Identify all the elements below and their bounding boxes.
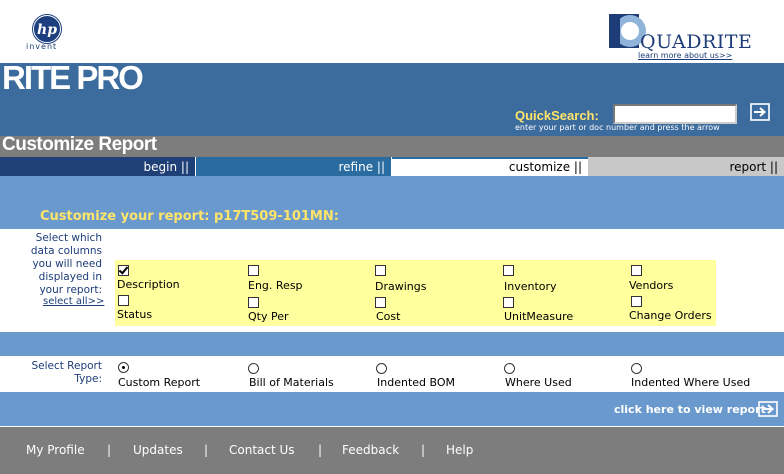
hp-invent-tagline: invent — [26, 42, 58, 51]
tab-refine[interactable]: refine || — [196, 157, 391, 176]
radio-label: Bill of Materials — [249, 376, 334, 389]
column-options-panel — [115, 260, 716, 326]
app-title: RITE PRO — [2, 59, 144, 96]
page-title: Customize Report — [2, 134, 157, 155]
checkbox-qty-per[interactable] — [248, 297, 259, 308]
checkbox-cost[interactable] — [375, 297, 386, 308]
radio-indented-where-used[interactable] — [631, 363, 642, 374]
checkbox-inventory[interactable] — [503, 265, 514, 276]
footer-separator: | — [107, 443, 112, 457]
checkbox-label: UnitMeasure — [504, 310, 574, 323]
report-type-instructions: Select Report Type: — [31, 360, 102, 385]
svg-text:hp: hp — [37, 22, 57, 38]
tab-begin[interactable]: begin || — [0, 157, 195, 176]
checkbox-status[interactable] — [118, 295, 129, 306]
radio-where-used[interactable] — [504, 363, 515, 374]
checkbox-label: Description — [117, 278, 180, 291]
select-all-link[interactable]: select all>> — [43, 296, 104, 307]
quicksearch-go-arrow-icon[interactable] — [750, 103, 770, 121]
checkbox-unit-measure[interactable] — [503, 297, 514, 308]
radio-label: Indented Where Used — [631, 376, 751, 389]
footer-link-updates[interactable]: Updates — [133, 443, 183, 457]
checkbox-label: Vendors — [629, 279, 674, 292]
checkbox-label: Status — [117, 308, 153, 321]
footer-link-help[interactable]: Help — [446, 443, 473, 457]
tab-report[interactable]: report || — [588, 157, 784, 176]
footer-separator: | — [421, 443, 426, 457]
checkbox-label: Change Orders — [629, 309, 712, 322]
quicksearch-label: QuickSearch: — [515, 108, 599, 123]
checkbox-drawings[interactable] — [375, 265, 386, 276]
select-columns-instructions: Select which data columns you will need … — [30, 232, 102, 296]
checkbox-change-orders[interactable] — [631, 296, 642, 307]
view-report-link[interactable]: click here to view report — [614, 403, 766, 416]
footer-separator: | — [318, 443, 323, 457]
radio-custom-report[interactable] — [118, 362, 129, 373]
learn-more-link[interactable]: learn more about us>> — [638, 51, 732, 60]
checkbox-label: Drawings — [375, 280, 427, 293]
checkbox-label: Eng. Resp — [248, 279, 303, 292]
radio-label: Custom Report — [118, 376, 201, 389]
customize-heading: Customize your report: p17T509-101MN: — [40, 209, 339, 224]
section-divider-band — [0, 332, 784, 356]
checkbox-eng-resp[interactable] — [248, 265, 259, 276]
radio-label: Indented BOM — [377, 376, 455, 389]
footer-link-my-profile[interactable]: My Profile — [26, 443, 85, 457]
quicksearch-hint: enter your part or doc number and press … — [515, 123, 720, 132]
checkbox-label: Inventory — [504, 280, 557, 293]
checkbox-label: Qty Per — [248, 310, 289, 323]
footer-link-feedback[interactable]: Feedback — [342, 443, 399, 457]
footer-separator: | — [204, 443, 209, 457]
checkbox-description[interactable] — [118, 265, 129, 276]
view-report-arrow-icon[interactable] — [758, 401, 778, 417]
radio-label: Where Used — [505, 376, 572, 389]
footer-link-contact-us[interactable]: Contact Us — [229, 443, 295, 457]
radio-bill-of-materials[interactable] — [248, 363, 259, 374]
checkbox-vendors[interactable] — [631, 265, 642, 276]
quadrite-wordmark: QUADRITE — [640, 31, 753, 53]
checkbox-label: Cost — [376, 310, 401, 323]
radio-indented-bom[interactable] — [376, 363, 387, 374]
tab-customize[interactable]: customize || — [392, 157, 588, 176]
quicksearch-input[interactable] — [613, 104, 737, 124]
